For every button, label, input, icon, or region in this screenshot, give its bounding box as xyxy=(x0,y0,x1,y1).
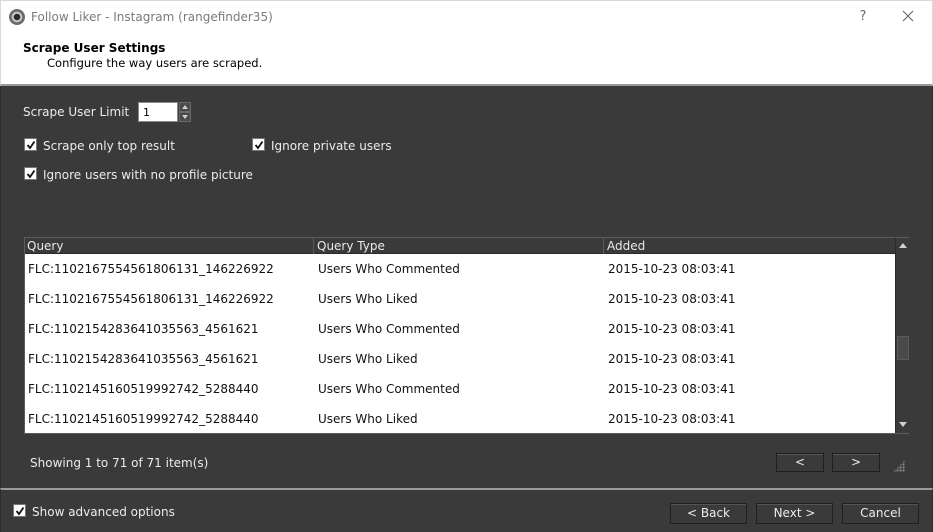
close-button[interactable] xyxy=(895,6,921,28)
table-row[interactable]: FLC:1102167554561806131_146226922 Users … xyxy=(25,255,895,283)
added-cell: 2015-10-23 08:03:41 xyxy=(608,412,736,426)
column-header-query[interactable]: Query xyxy=(27,239,63,253)
stepper-up-button[interactable] xyxy=(179,102,191,112)
query-type-cell: Users Who Liked xyxy=(318,292,418,306)
table-scrollbar[interactable] xyxy=(895,238,909,433)
pager-status: Showing 1 to 71 of 71 item(s) xyxy=(30,456,209,470)
scroll-down-button[interactable] xyxy=(898,420,908,430)
checkmark-icon xyxy=(26,140,36,150)
query-cell: FLC:1102145160519992742_5288440 xyxy=(28,412,259,426)
cancel-button[interactable]: Cancel xyxy=(842,503,919,524)
next-button[interactable]: Next > xyxy=(756,503,833,524)
window-title: Follow Liker - Instagram (rangefinder35) xyxy=(31,10,273,24)
checkmark-icon xyxy=(15,506,25,516)
close-icon xyxy=(902,10,914,22)
column-divider xyxy=(313,238,314,254)
previous-page-button[interactable]: < xyxy=(776,453,824,472)
table-row[interactable]: FLC:1102167554561806131_146226922 Users … xyxy=(25,283,895,313)
ignore-private-checkbox[interactable] xyxy=(252,138,265,151)
query-type-cell: Users Who Commented xyxy=(318,262,460,276)
limit-label: Scrape User Limit xyxy=(23,105,130,119)
query-type-cell: Users Who Liked xyxy=(318,412,418,426)
query-cell: FLC:1102145160519992742_5288440 xyxy=(28,382,259,396)
stepper-down-button[interactable] xyxy=(179,112,191,122)
query-cell: FLC:1102154283641035563_4561621 xyxy=(28,322,259,336)
advanced-options-checkbox[interactable] xyxy=(13,504,26,517)
settings-panel: Scrape User Limit 1 Scrape only top resu… xyxy=(0,87,933,488)
added-cell: 2015-10-23 08:03:41 xyxy=(608,322,736,336)
title-bar: Follow Liker - Instagram (rangefinder35)… xyxy=(0,0,933,33)
scroll-thumb[interactable] xyxy=(897,336,909,360)
table-row[interactable]: FLC:1102154283641035563_4561621 Users Wh… xyxy=(25,313,895,343)
page-subtitle: Configure the way users are scraped. xyxy=(47,56,263,70)
query-cell: FLC:1102167554561806131_146226922 xyxy=(28,262,274,276)
wizard-footer: Show advanced options < Back Next > Canc… xyxy=(0,488,933,532)
column-divider xyxy=(603,238,604,254)
table-row[interactable]: FLC:1102154283641035563_4561621 Users Wh… xyxy=(25,343,895,373)
no-picture-label: Ignore users with no profile picture xyxy=(43,168,253,182)
top-result-label: Scrape only top result xyxy=(43,139,175,153)
advanced-options-label: Show advanced options xyxy=(32,505,175,519)
table-body: FLC:1102167554561806131_146226922 Users … xyxy=(25,255,895,433)
column-header-added[interactable]: Added xyxy=(607,239,645,253)
query-cell: FLC:1102154283641035563_4561621 xyxy=(28,352,259,366)
page-title: Scrape User Settings xyxy=(23,41,166,55)
back-button[interactable]: < Back xyxy=(670,503,747,524)
no-picture-checkbox[interactable] xyxy=(24,167,37,180)
table-header: Query Query Type Added xyxy=(25,238,895,254)
query-table[interactable]: Query Query Type Added FLC:1102167554561… xyxy=(24,237,909,434)
query-type-cell: Users Who Commented xyxy=(318,322,460,336)
query-cell: FLC:1102167554561806131_146226922 xyxy=(28,292,274,306)
added-cell: 2015-10-23 08:03:41 xyxy=(608,382,736,396)
wizard-header: Scrape User Settings Configure the way u… xyxy=(0,33,933,86)
resize-grip-icon[interactable] xyxy=(893,460,905,472)
query-type-cell: Users Who Commented xyxy=(318,382,460,396)
column-header-query-type[interactable]: Query Type xyxy=(317,239,385,253)
top-result-checkbox[interactable] xyxy=(24,138,37,151)
added-cell: 2015-10-23 08:03:41 xyxy=(608,292,736,306)
ignore-private-label: Ignore private users xyxy=(271,139,392,153)
limit-stepper[interactable]: 1 xyxy=(138,102,192,122)
help-button[interactable]: ? xyxy=(851,6,875,28)
camera-lens-icon xyxy=(9,9,25,25)
added-cell: 2015-10-23 08:03:41 xyxy=(608,262,736,276)
table-row[interactable]: FLC:1102145160519992742_5288440 Users Wh… xyxy=(25,373,895,403)
added-cell: 2015-10-23 08:03:41 xyxy=(608,352,736,366)
query-type-cell: Users Who Liked xyxy=(318,352,418,366)
limit-input[interactable]: 1 xyxy=(138,102,178,122)
table-row[interactable]: FLC:1102145160519992742_5288440 Users Wh… xyxy=(25,403,895,433)
next-page-button[interactable]: > xyxy=(832,453,880,472)
checkmark-icon xyxy=(26,169,36,179)
scroll-up-button[interactable] xyxy=(898,241,908,251)
checkmark-icon xyxy=(254,140,264,150)
